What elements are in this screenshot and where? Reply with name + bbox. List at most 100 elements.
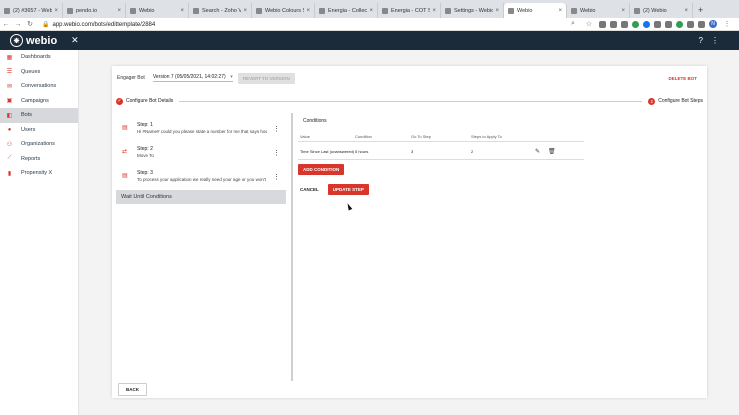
extension-icon[interactable] [621, 20, 628, 28]
wait-until-conditions-item[interactable]: Wait Until Conditions [116, 190, 286, 204]
browser-tab[interactable]: Search - Zoho Vault× [189, 3, 252, 18]
sidebar-item-label: Bots [21, 112, 33, 119]
column-header: Steps to Apply To [471, 134, 502, 139]
revert-to-version-button[interactable]: REVERT TO VERSION [237, 72, 295, 84]
delete-bot-button[interactable]: DELETE BOT [668, 76, 697, 81]
update-step-button[interactable]: UPDATE STEP [327, 184, 369, 195]
url-field[interactable]: 🔒 app.webio.com/bots/edittemplate/2884 [42, 21, 567, 28]
back-arrow-icon[interactable]: ← [0, 21, 12, 28]
puzzle-extensions-icon[interactable] [698, 20, 705, 28]
extension-icon[interactable] [599, 20, 606, 28]
edit-pencil-icon[interactable]: ✎ [535, 148, 540, 155]
sidebar-item-dashboards[interactable]: ▦ Dashboards [0, 50, 78, 65]
browser-tab-bar: (2) #3657 - Webio×pendo.io×Webio×Search … [0, 0, 739, 18]
tab-close-icon[interactable]: × [243, 8, 247, 14]
extension-icon[interactable] [610, 20, 617, 28]
browser-tab[interactable]: Webio × [126, 3, 189, 18]
webio-logo: ❋ webio [10, 34, 57, 47]
stepper-step-1-label: Configure Bot Details [126, 98, 174, 104]
browser-tab[interactable]: Webio Colours Style× [252, 3, 315, 18]
extensions-bar: ⌕ ☆ N ⋮ [567, 20, 739, 28]
tab-favicon-icon [193, 7, 199, 14]
extension-green-icon[interactable] [632, 20, 639, 28]
close-sidebar-icon[interactable]: ✕ [71, 35, 79, 46]
forward-arrow-icon[interactable]: → [12, 21, 24, 28]
extension-icon[interactable] [654, 20, 661, 28]
url-text: app.webio.com/bots/edittemplate/2884 [52, 21, 156, 28]
tab-title: (2) Webio [643, 7, 667, 14]
extension-icon[interactable] [687, 20, 694, 28]
message-icon: ▤ [122, 173, 128, 179]
sidebar-item-conversations[interactable]: ✉ Conversations [0, 79, 78, 94]
step-menu-icon[interactable]: ⋮ [273, 125, 280, 133]
queues-icon: ☰ [6, 69, 13, 76]
step-description: To process your application we really ne… [137, 177, 267, 182]
condition-value: Time Since Last (unanswered) [300, 149, 355, 154]
browser-menu-icon[interactable]: ⋮ [721, 20, 733, 28]
tab-close-icon[interactable]: × [558, 8, 562, 14]
condition-condition: 5 hours [355, 149, 369, 154]
step-description: Move To [137, 153, 154, 158]
browser-tab[interactable]: pendo.io × [63, 3, 126, 18]
browser-tab[interactable]: Energia - COT Sales× [378, 3, 441, 18]
more-menu-icon[interactable]: ⋮ [711, 36, 719, 45]
browser-tab[interactable]: Energia - Collections× [315, 3, 378, 18]
app-header: ❋ webio ✕ ? ⋮ [0, 31, 739, 50]
step-menu-icon[interactable]: ⋮ [273, 173, 280, 181]
webio-logo-icon: ❋ [10, 34, 23, 47]
tab-close-icon[interactable]: × [180, 8, 184, 14]
bot-step-item[interactable]: ⇄ Step: 2 Move To ⋮ [116, 142, 286, 166]
organizations-icon: ⚇ [6, 141, 13, 148]
tab-title: Webio [580, 7, 596, 14]
tab-close-icon[interactable]: × [369, 8, 373, 14]
stepper-step-1[interactable]: ✓ Configure Bot Details [116, 97, 174, 105]
stepper-step-2[interactable]: 2 Configure Bot Steps [648, 97, 703, 105]
sidebar-item-propensity-x[interactable]: ▮ Propensity X [0, 166, 78, 181]
browser-tab[interactable]: Settings - Webio × [441, 3, 504, 18]
tab-close-icon[interactable]: × [495, 8, 499, 14]
tab-close-icon[interactable]: × [432, 8, 436, 14]
check-icon: ✓ [116, 97, 123, 105]
browser-tab[interactable]: Webio × [567, 3, 630, 18]
reload-icon[interactable]: ↻ [24, 20, 36, 28]
version-select[interactable]: Version 7 (05/05/2021, 14:02:27) ▾ [152, 74, 233, 82]
browser-tab[interactable]: Webio × [504, 3, 567, 18]
help-icon[interactable]: ? [699, 36, 703, 45]
new-tab-button[interactable]: + [693, 3, 708, 18]
tab-close-icon[interactable]: × [54, 8, 58, 14]
trash-icon[interactable]: 🗑 [548, 148, 556, 155]
table-row: Time Since Last (unanswered) 5 hours 3 2… [298, 142, 584, 160]
extension-green-icon[interactable] [676, 20, 683, 28]
sidebar-item-queues[interactable]: ☰ Queues [0, 65, 78, 80]
tab-close-icon[interactable]: × [117, 8, 121, 14]
sidebar-item-organizations[interactable]: ⚇ Organizations [0, 137, 78, 152]
profile-avatar[interactable]: N [709, 20, 717, 28]
zoom-icon[interactable]: ⌕ [567, 20, 579, 28]
step-menu-icon[interactable]: ⋮ [273, 149, 280, 157]
step-title: Step: 1 [137, 122, 153, 128]
conditions-panel: Conditions Value Condition Go To Step St… [298, 116, 698, 195]
bookmark-star-icon[interactable]: ☆ [583, 20, 595, 28]
bot-step-item[interactable]: ▤ Step: 1 Hi #Name# could you please state… [116, 118, 286, 142]
add-condition-button[interactable]: ADD CONDITION [298, 164, 345, 175]
sidebar-item-users[interactable]: ● Users [0, 123, 78, 138]
sidebar-item-bots[interactable]: ◧ Bots [0, 108, 78, 123]
stepper-step-2-label: Configure Bot Steps [658, 98, 703, 104]
extension-icon[interactable] [665, 20, 672, 28]
extension-blue-icon[interactable] [643, 20, 650, 28]
tab-close-icon[interactable]: × [306, 8, 310, 14]
tab-favicon-icon [382, 7, 388, 14]
cancel-button[interactable]: CANCEL [300, 187, 319, 192]
step-number-badge: 2 [648, 97, 656, 105]
browser-tab[interactable]: (2) #3657 - Webio× [0, 3, 63, 18]
sidebar-item-campaigns[interactable]: ▣ Campaigns [0, 94, 78, 109]
tab-favicon-icon [319, 7, 325, 14]
tab-favicon-icon [508, 7, 514, 14]
tab-close-icon[interactable]: × [621, 8, 625, 14]
sidebar-item-reports[interactable]: ⟋ Reports [0, 152, 78, 167]
back-button[interactable]: BACK [118, 383, 147, 396]
campaigns-icon: ▣ [6, 98, 13, 105]
bot-step-item[interactable]: ▤ Step: 3 To process your application we r… [116, 166, 286, 190]
tab-close-icon[interactable]: × [684, 8, 688, 14]
browser-tab[interactable]: (2) Webio × [630, 3, 693, 18]
